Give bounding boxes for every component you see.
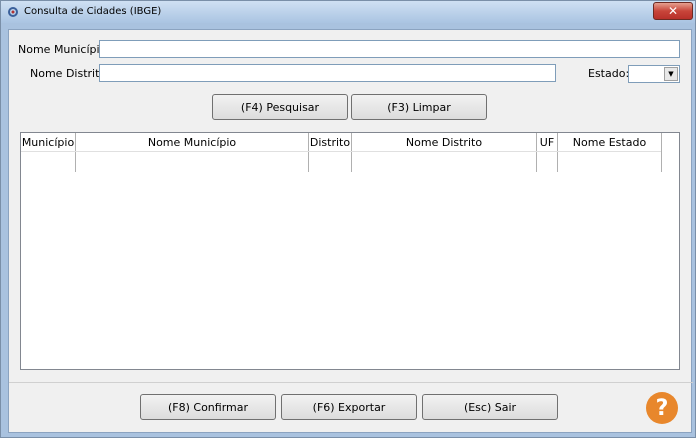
exportar-label: (F6) Exportar [312,400,386,414]
pesquisar-button[interactable]: (F4) Pesquisar [212,94,348,120]
confirmar-button[interactable]: (F8) Confirmar [140,394,276,420]
estado-select[interactable]: ▼ [628,65,680,83]
limpar-label: (F3) Limpar [387,100,451,114]
sair-button[interactable]: (Esc) Sair [422,394,558,420]
column-header[interactable]: Nome Distrito [352,133,537,172]
distrito-label: Nome Distrito: [30,67,110,80]
chevron-down-icon[interactable]: ▼ [664,67,678,81]
title-bar: Consulta de Cidades (IBGE) ✕ [1,1,695,23]
municipio-label: Nome Município: [18,43,111,56]
confirmar-label: (F8) Confirmar [167,400,249,414]
footer-divider [9,382,693,383]
table-header: Município Nome Município Distrito Nome D… [21,133,662,172]
main-window: Consulta de Cidades (IBGE) ✕ Nome Municí… [0,0,696,438]
help-icon[interactable]: ? [646,392,678,424]
column-header[interactable]: Município [21,133,76,172]
distrito-input[interactable] [99,64,556,82]
window-title: Consulta de Cidades (IBGE) [24,6,162,17]
cities-table[interactable]: Município Nome Município Distrito Nome D… [20,132,680,370]
sair-label: (Esc) Sair [463,400,517,414]
pesquisar-label: (F4) Pesquisar [240,100,320,114]
header-divider [21,151,661,152]
column-header[interactable]: UF [537,133,558,172]
estado-label: Estado: [588,67,630,80]
limpar-button[interactable]: (F3) Limpar [351,94,487,120]
app-icon [8,7,18,17]
column-header[interactable]: Distrito [309,133,352,172]
exportar-button[interactable]: (F6) Exportar [281,394,417,420]
close-button[interactable]: ✕ [653,2,693,20]
client-area: Nome Município: Nome Distrito: Estado: ▼… [8,29,693,433]
column-header[interactable]: Nome Estado [558,133,662,172]
column-header[interactable]: Nome Município [76,133,309,172]
municipio-input[interactable] [99,40,680,58]
close-icon: ✕ [667,4,679,18]
